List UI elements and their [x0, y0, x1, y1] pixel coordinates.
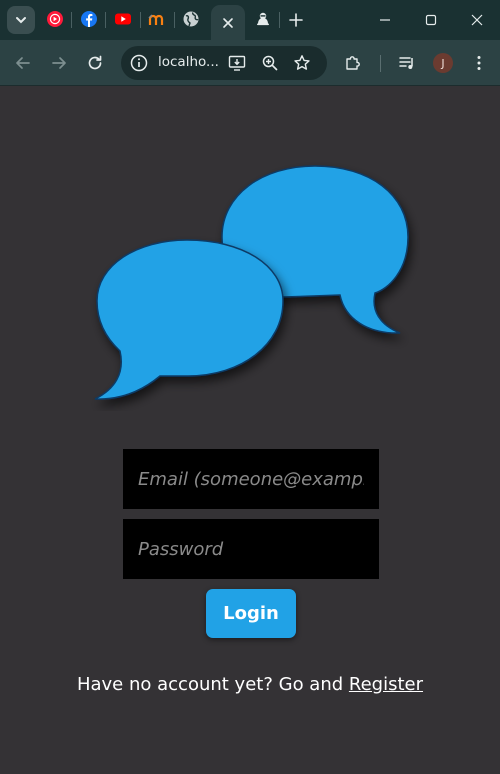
- reload-button[interactable]: [83, 51, 107, 75]
- profile-avatar[interactable]: J: [433, 53, 453, 73]
- chat-bubbles-logo: [94, 165, 409, 400]
- minimize-icon: [380, 19, 390, 21]
- close-icon[interactable]: [222, 17, 234, 29]
- reload-icon: [88, 55, 102, 70]
- address-bar[interactable]: localho...: [121, 46, 327, 80]
- email-field[interactable]: [123, 449, 379, 509]
- login-page: Login Have no account yet? Go and Regist…: [0, 87, 500, 774]
- install-app-icon[interactable]: [228, 54, 246, 72]
- forward-icon: [52, 57, 66, 69]
- bookmark-star-icon[interactable]: [293, 54, 311, 72]
- back-button[interactable]: [11, 51, 35, 75]
- zoom-icon[interactable]: [261, 54, 279, 72]
- tab-divider: [174, 12, 175, 28]
- register-prompt-line: Have no account yet? Go and Register: [0, 674, 500, 695]
- reading-list-icon[interactable]: [398, 54, 416, 72]
- tab-search-button[interactable]: [7, 6, 35, 34]
- tab-divider: [140, 12, 141, 28]
- menu-icon[interactable]: [470, 54, 488, 72]
- moodle-icon[interactable]: [148, 10, 166, 28]
- login-button[interactable]: Login: [206, 589, 296, 638]
- toolbar-divider: [380, 55, 381, 72]
- app-icon[interactable]: [254, 10, 272, 28]
- register-link[interactable]: Register: [349, 674, 423, 695]
- register-prompt-text: Have no account yet? Go and: [76, 674, 344, 695]
- site-info-icon[interactable]: [129, 53, 149, 73]
- maximize-button[interactable]: [408, 8, 454, 32]
- forward-button[interactable]: [47, 51, 71, 75]
- new-tab-icon[interactable]: [286, 10, 306, 30]
- extensions-icon[interactable]: [344, 54, 362, 72]
- tab-divider: [71, 12, 72, 28]
- tab-divider: [105, 12, 106, 28]
- chevron-down-icon: [16, 17, 26, 24]
- close-window-button[interactable]: [454, 8, 500, 32]
- active-tab[interactable]: [211, 5, 245, 40]
- password-field[interactable]: [123, 519, 379, 579]
- youtube-music-icon[interactable]: [46, 10, 64, 28]
- facebook-icon[interactable]: [80, 10, 98, 28]
- browser-toolbar: localho... J: [0, 40, 500, 86]
- maximize-icon: [425, 14, 437, 26]
- globe-icon[interactable]: [182, 10, 200, 28]
- tab-divider: [279, 12, 280, 28]
- back-icon: [16, 57, 30, 69]
- youtube-icon[interactable]: [114, 10, 132, 28]
- browser-tab-strip: [0, 0, 500, 40]
- address-text[interactable]: localho...: [158, 54, 219, 70]
- close-window-icon: [471, 14, 483, 26]
- minimize-button[interactable]: [362, 8, 408, 32]
